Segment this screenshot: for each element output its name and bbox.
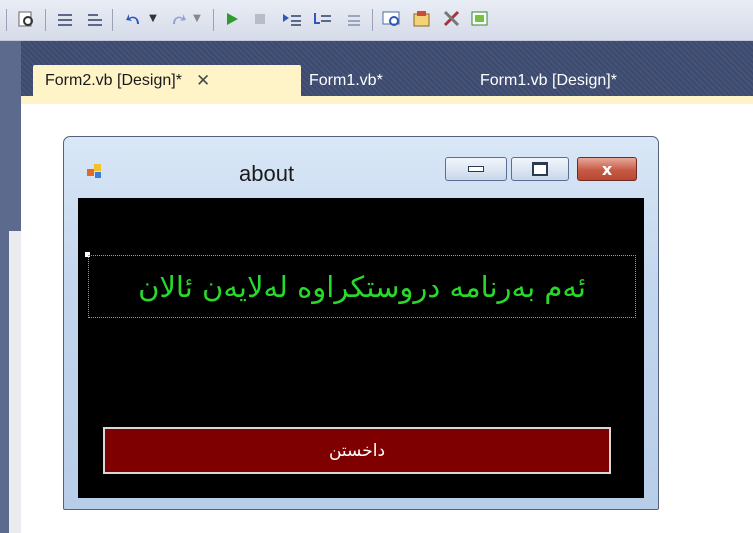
- tab-form2-design[interactable]: Form2.vb [Design]* ✕: [33, 65, 301, 96]
- maximize-icon: [532, 162, 548, 176]
- toolbar-separator: [45, 9, 46, 31]
- close-form-button[interactable]: داخستن: [103, 427, 611, 474]
- form-client-area[interactable]: ئەم بەرنامە دروستکراوە لەلایەن ئالان داخ…: [78, 198, 644, 498]
- close-icon[interactable]: ✕: [196, 71, 210, 91]
- tab-form1-code[interactable]: Form1.vb*: [297, 65, 395, 96]
- redo-icon[interactable]: [166, 8, 190, 30]
- toolbar-separator: [6, 9, 7, 31]
- close-icon: x: [601, 159, 613, 179]
- comment-icon[interactable]: [53, 8, 77, 30]
- start-icon[interactable]: [220, 8, 244, 30]
- tab-label: Form1.vb [Design]*: [480, 71, 617, 89]
- step-into-icon[interactable]: [280, 8, 304, 30]
- form-app-icon: [86, 163, 104, 179]
- undo-icon[interactable]: [122, 8, 146, 30]
- solution-explorer-icon[interactable]: [380, 8, 404, 30]
- minimize-icon: [468, 166, 484, 172]
- toolbar-separator: [112, 9, 113, 31]
- toolbar-separator: [213, 9, 214, 31]
- maximize-button[interactable]: [511, 157, 569, 181]
- object-browser-icon[interactable]: [468, 8, 492, 30]
- toolbox-icon[interactable]: [440, 8, 464, 30]
- active-tab-underline: [21, 96, 753, 104]
- step-over-icon[interactable]: [310, 8, 334, 30]
- toolbar-separator: [372, 9, 373, 31]
- properties-icon[interactable]: [410, 8, 434, 30]
- tab-label: Form1.vb*: [309, 71, 383, 89]
- tab-form1-design[interactable]: Form1.vb [Design]*: [468, 65, 629, 96]
- stop-icon[interactable]: [248, 8, 272, 30]
- undo-dropdown-icon[interactable]: ▼: [146, 8, 160, 30]
- close-button[interactable]: x: [577, 157, 637, 181]
- redo-dropdown-icon[interactable]: ▼: [190, 8, 204, 30]
- minimize-button[interactable]: [445, 157, 507, 181]
- left-dock-strip: [0, 41, 21, 533]
- form-window[interactable]: about x ئەم بەرنامە دروستکراوە لەلایەن ئ…: [63, 136, 659, 510]
- about-label[interactable]: ئەم بەرنامە دروستکراوە لەلایەن ئالان: [88, 255, 636, 318]
- find-icon[interactable]: [14, 8, 38, 30]
- vs-toolbar: ▼ ▼: [0, 0, 753, 41]
- form-title: about: [239, 161, 295, 186]
- uncomment-icon[interactable]: [83, 8, 107, 30]
- document-tab-strip: Form2.vb [Design]* ✕ Form1.vb* Form1.vb …: [21, 41, 753, 104]
- step-out-icon[interactable]: [340, 8, 364, 30]
- tab-label: Form2.vb [Design]*: [45, 71, 182, 89]
- left-dock-panel: [9, 231, 21, 533]
